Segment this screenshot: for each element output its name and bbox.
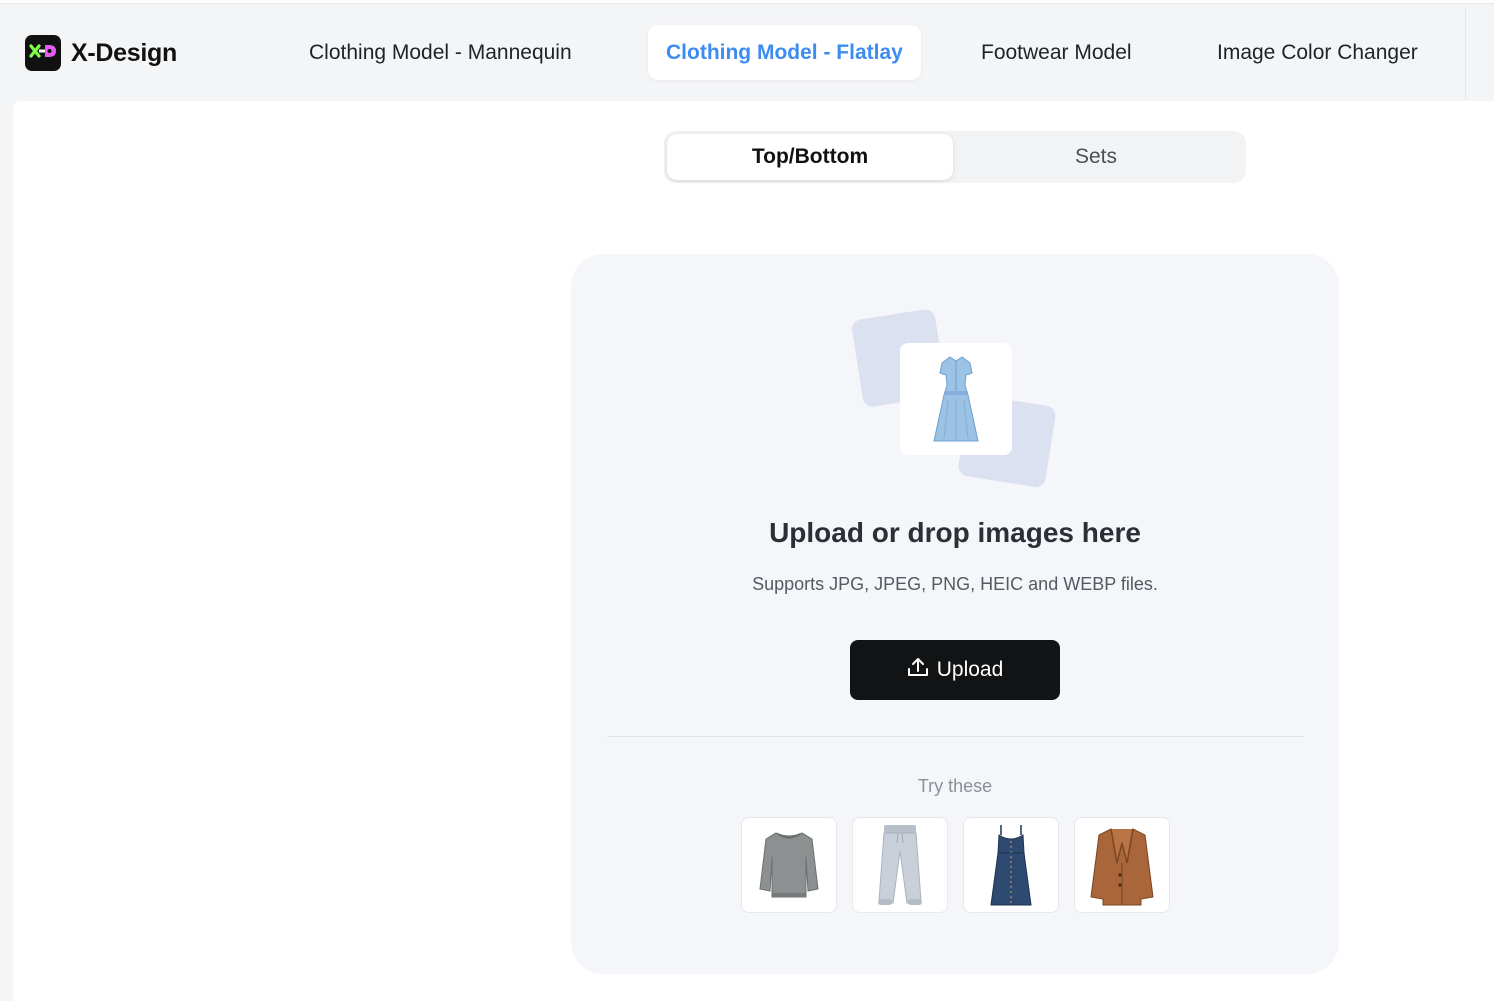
x-design-logo-icon	[25, 35, 61, 71]
nav-footwear-model[interactable]: Footwear Model	[981, 25, 1132, 80]
nav-image-color-changer[interactable]: Image Color Changer	[1217, 25, 1418, 80]
sweater-sample[interactable]	[741, 817, 837, 913]
sweatpants-sample[interactable]	[852, 817, 948, 913]
section-divider	[607, 736, 1304, 737]
brand-logo[interactable]: X-Design	[25, 35, 177, 71]
main-content: Top/Bottom Sets Upload or drop images he…	[13, 101, 1494, 1001]
garment-type-switch: Top/Bottom Sets	[664, 131, 1246, 183]
upload-subtitle: Supports JPG, JPEG, PNG, HEIC and WEBP f…	[752, 574, 1158, 594]
samples-label: Try these	[917, 776, 993, 796]
leather-blazer-sample[interactable]	[1074, 817, 1170, 913]
dress-icon	[900, 343, 1012, 455]
upload-dropzone[interactable]: Upload or drop images here Supports JPG,…	[571, 254, 1339, 974]
upload-button-label: Upload	[936, 658, 1004, 681]
nav-clothing-model-mannequin[interactable]: Clothing Model - Mannequin	[309, 25, 572, 80]
sample-images	[741, 817, 1170, 913]
upload-title: Upload or drop images here	[769, 517, 1141, 548]
upload-illustration	[850, 307, 1061, 489]
upload-button[interactable]: Upload	[850, 640, 1060, 700]
brand-name: X-Design	[71, 38, 177, 67]
top-header: X-Design Clothing Model - Mannequin Clot…	[0, 4, 1494, 101]
tab-top-bottom[interactable]: Top/Bottom	[667, 134, 953, 180]
denim-dress-sample[interactable]	[963, 817, 1059, 913]
header-divider	[1465, 8, 1466, 100]
nav-clothing-model-flatlay[interactable]: Clothing Model - Flatlay	[648, 25, 921, 80]
upload-icon	[907, 656, 929, 684]
tab-sets[interactable]: Sets	[953, 134, 1239, 180]
